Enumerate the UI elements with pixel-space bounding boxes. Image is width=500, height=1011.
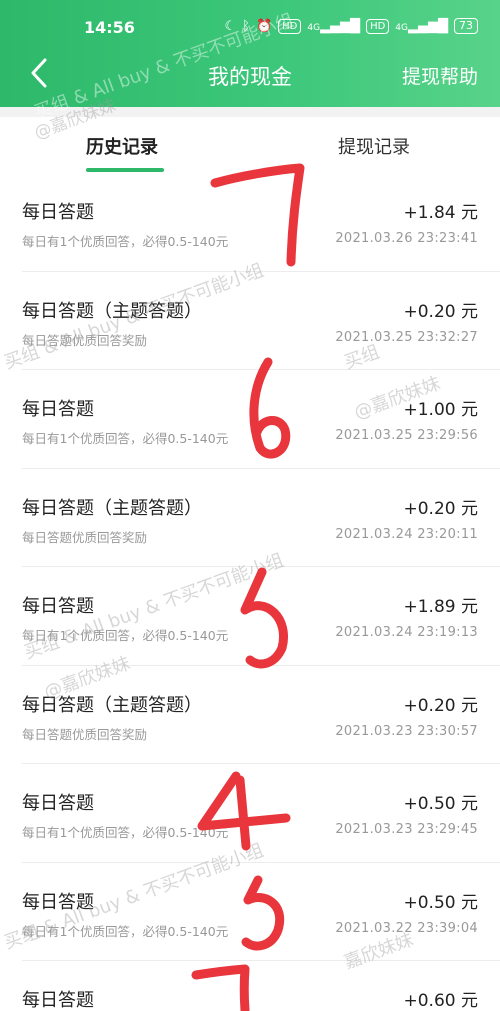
record-amount: +1.84 元: [403, 203, 479, 223]
record-title: 每日答题: [22, 399, 94, 420]
record-date: 2021.03.24 23:20:11: [335, 526, 478, 542]
record-title: 每日答题: [22, 202, 94, 223]
app-header: 14:56 ☾ ᛒ ⏰ HD 4G▂▄▆█ HD 4G▂▄▆█ 73 我的现金 …: [0, 0, 500, 107]
record-subtitle: 每日有1个优质回答，必得0.5-140元: [22, 431, 229, 446]
signal-4g-icon: 4G▂▄▆█: [395, 18, 448, 34]
record-subtitle: 每日有1个优质回答，必得0.5-140元: [22, 234, 229, 249]
record-amount: +0.50 元: [403, 794, 479, 814]
tab-history[interactable]: 历史记录: [86, 133, 158, 159]
record-title: 每日答题（主题答题）: [22, 694, 202, 716]
record-subtitle: 每日答题优质回答奖励: [22, 726, 148, 742]
record-date: 2021.03.24 23:19:13: [335, 625, 478, 640]
record-amount: +0.60 元: [403, 991, 479, 1011]
list-item[interactable]: 每日答题 每日有1个优质回答，必得0.5-140元 +1.00 元 2021.0…: [22, 370, 500, 469]
hd-icon: HD: [278, 18, 302, 34]
active-tab-indicator: [86, 168, 164, 172]
record-amount: +0.20 元: [403, 498, 479, 519]
record-date: 2021.03.23 23:30:57: [335, 723, 478, 739]
record-date: 2021.03.25 23:29:56: [335, 428, 478, 443]
battery-icon: 73: [454, 18, 478, 34]
record-subtitle: 每日有1个优质回答，必得0.5-140元: [22, 628, 229, 643]
list-item[interactable]: 每日答题（主题答题） 每日答题优质回答奖励 +0.20 元 2021.03.24…: [22, 469, 500, 567]
signal-4g-icon: 4G▂▄▆█: [307, 18, 361, 34]
record-title: 每日答题（主题答题）: [22, 300, 202, 322]
record-subtitle: 每日答题优质回答奖励: [22, 332, 148, 348]
list-item[interactable]: 每日答题 每日有1个优质回答，必得0.5-140元 +1.89 元 2021.0…: [22, 567, 500, 666]
record-amount: +1.00 元: [403, 400, 479, 420]
bluetooth-icon: ᛒ: [242, 18, 250, 34]
record-date: 2021.03.26 23:23:41: [335, 231, 478, 246]
record-amount: +1.89 元: [403, 597, 479, 617]
status-time: 14:56: [84, 18, 135, 37]
record-title: 每日答题: [22, 990, 94, 1011]
record-date: 2021.03.23 23:29:45: [335, 822, 478, 837]
tab-withdraw-records[interactable]: 提现记录: [338, 133, 410, 159]
status-icons: ☾ ᛒ ⏰ HD 4G▂▄▆█ HD 4G▂▄▆█ 73: [224, 18, 478, 34]
record-date: 2021.03.22 23:39:04: [335, 920, 478, 936]
tab-bar: 历史记录 提现记录: [0, 117, 500, 173]
record-title: 每日答题（主题答题）: [22, 497, 202, 519]
list-item[interactable]: 每日答题 +0.60 元: [22, 961, 500, 1011]
list-item[interactable]: 每日答题 每日有1个优质回答，必得0.5-140元 +0.50 元 2021.0…: [22, 764, 500, 863]
list-item[interactable]: 每日答题 每日有1个优质回答，必得0.5-140元 +1.84 元 2021.0…: [22, 173, 500, 272]
status-bar: 14:56 ☾ ᛒ ⏰ HD 4G▂▄▆█ HD 4G▂▄▆█ 73: [0, 14, 500, 44]
record-subtitle: 每日有1个优质回答，必得0.5-140元: [22, 923, 229, 939]
alarm-icon: ⏰: [255, 18, 273, 34]
navbar: 我的现金 提现帮助: [0, 50, 500, 98]
record-amount: +0.50 元: [403, 892, 479, 913]
list-item[interactable]: 每日答题（主题答题） 每日答题优质回答奖励 +0.20 元 2021.03.23…: [22, 666, 500, 764]
record-title: 每日答题: [22, 891, 94, 913]
hd-icon: HD: [366, 18, 390, 34]
list-item[interactable]: 每日答题 每日有1个优质回答，必得0.5-140元 +0.50 元 2021.0…: [22, 863, 500, 961]
moon-icon: ☾: [224, 18, 237, 34]
withdraw-help-link[interactable]: 提现帮助: [402, 62, 478, 89]
record-subtitle: 每日有1个优质回答，必得0.5-140元: [22, 825, 229, 840]
records-list: 每日答题 每日有1个优质回答，必得0.5-140元 +1.84 元 2021.0…: [0, 173, 500, 1011]
record-amount: +0.20 元: [403, 695, 479, 716]
record-date: 2021.03.25 23:32:27: [335, 329, 478, 345]
record-title: 每日答题: [22, 596, 94, 617]
record-subtitle: 每日答题优质回答奖励: [22, 529, 148, 545]
record-title: 每日答题: [22, 793, 94, 814]
record-amount: +0.20 元: [403, 301, 479, 322]
list-item[interactable]: 每日答题（主题答题） 每日答题优质回答奖励 +0.20 元 2021.03.25…: [22, 272, 500, 370]
